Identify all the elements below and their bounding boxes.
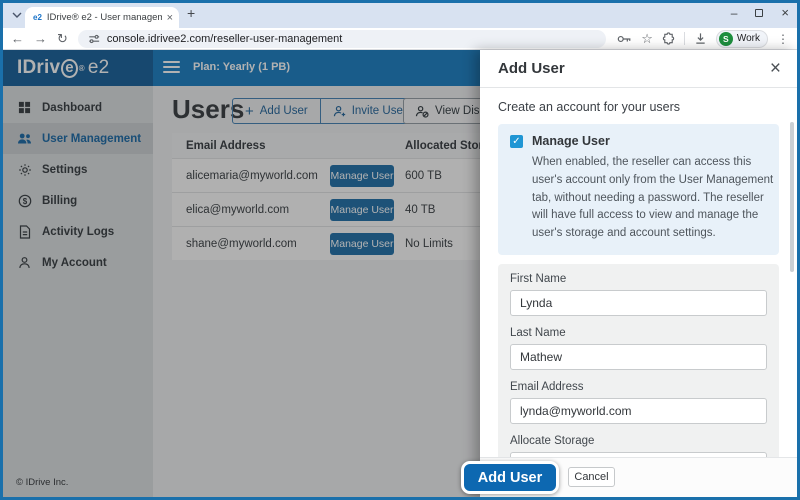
last-name-group: Last Name (510, 327, 767, 370)
tab-search-button[interactable] (9, 7, 25, 23)
window-close-button[interactable]: × (781, 5, 789, 20)
tab-title: IDrive® e2 - User management (47, 12, 162, 23)
panel-header: Add User × (480, 50, 797, 88)
panel-footer-actions: Add User Cancel (480, 457, 797, 497)
first-name-group: First Name (510, 273, 767, 316)
app-page: IDrive®e2 Plan: Yearly (1 PB) Dashboard … (3, 50, 797, 497)
submit-add-user-button[interactable]: Add User (461, 461, 559, 494)
profile-name: Work (737, 33, 760, 44)
panel-subtitle: Create an account for your users (498, 100, 779, 114)
manage-user-label: Manage User (532, 134, 610, 148)
toolbar-actions: ☆ S Work ⋮ (617, 30, 789, 48)
bookmark-star-icon[interactable]: ☆ (641, 32, 653, 45)
browser-chrome: e2 IDrive® e2 - User management × + – × … (3, 3, 797, 50)
first-name-field[interactable] (510, 290, 767, 316)
browser-toolbar: ← → ↻ console.idrivee2.com/reseller-user… (3, 28, 797, 50)
password-key-icon[interactable] (617, 33, 632, 45)
site-settings-icon (88, 33, 100, 45)
first-name-label: First Name (510, 273, 767, 285)
allocate-storage-label: Allocate Storage (510, 435, 767, 447)
address-bar[interactable]: console.idrivee2.com/reseller-user-manag… (78, 30, 606, 48)
maximize-button[interactable] (755, 9, 763, 17)
minimize-button[interactable]: – (731, 6, 738, 20)
tab-close-icon[interactable]: × (167, 12, 173, 24)
close-icon[interactable]: × (770, 59, 781, 78)
manage-user-check-row: ✓ Manage User (510, 134, 767, 148)
toolbar-divider (684, 32, 685, 45)
browser-tab[interactable]: e2 IDrive® e2 - User management × (25, 7, 179, 28)
site-favicon: e2 (33, 13, 42, 22)
email-field[interactable] (510, 398, 767, 424)
reload-button[interactable]: ↻ (57, 32, 68, 45)
extensions-icon[interactable] (662, 32, 675, 45)
panel-body: Create an account for your users ✓ Manag… (480, 100, 797, 492)
panel-scrollbar[interactable] (790, 122, 794, 272)
email-label: Email Address (510, 381, 767, 393)
manage-user-description: When enabled, the reseller can access th… (532, 154, 780, 243)
new-tab-button[interactable]: + (187, 5, 195, 21)
avatar: S (719, 32, 733, 46)
cancel-button[interactable]: Cancel (568, 467, 615, 487)
last-name-label: Last Name (510, 327, 767, 339)
panel-title: Add User (498, 60, 565, 77)
browser-profile-chip[interactable]: S Work (716, 30, 768, 48)
back-button[interactable]: ← (11, 32, 24, 45)
last-name-field[interactable] (510, 344, 767, 370)
window-controls: – × (731, 5, 789, 20)
forward-button[interactable]: → (34, 32, 47, 45)
url-text: console.idrivee2.com/reseller-user-manag… (107, 33, 342, 45)
email-group: Email Address (510, 381, 767, 424)
download-icon[interactable] (694, 32, 707, 45)
browser-menu-icon[interactable]: ⋮ (777, 32, 789, 46)
manage-user-section: ✓ Manage User When enabled, the reseller… (498, 124, 779, 255)
add-user-panel: Add User × Create an account for your us… (480, 50, 797, 497)
chevron-down-icon (12, 12, 22, 18)
manage-user-checkbox[interactable]: ✓ (510, 135, 523, 148)
tab-strip: e2 IDrive® e2 - User management × + – × (3, 3, 797, 28)
browser-window: e2 IDrive® e2 - User management × + – × … (0, 0, 800, 500)
